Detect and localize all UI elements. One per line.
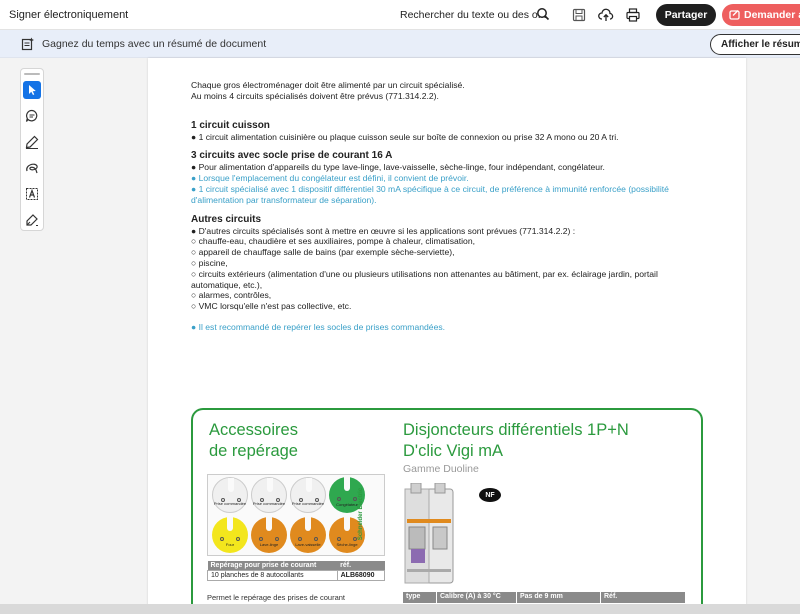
request-signature-label: Demander a <box>744 9 800 21</box>
sign-electronically-button[interactable]: Signer électroniquement <box>9 9 128 21</box>
sign-tool[interactable] <box>23 211 41 229</box>
sticker-label: Lave-linge <box>259 541 279 547</box>
breaker-title: Disjoncteurs différentiels 1P+N D'clic V… <box>403 420 629 462</box>
product-box: Accessoires de repérage Disjoncteurs dif… <box>191 408 703 614</box>
sticker-label: Four <box>225 541 235 547</box>
sticker-label: Prise commandée <box>213 500 247 506</box>
show-summary-button[interactable]: Afficher le résumé <box>710 34 800 55</box>
intro-line: Chaque gros électroménager doit être ali… <box>191 80 465 90</box>
ref-description: 10 planches de 8 autocollants <box>207 570 338 581</box>
section-note: ● 1 circuit spécialisé avec 1 dispositif… <box>191 183 669 194</box>
text-box-icon <box>26 188 38 200</box>
product-range: Gamme Duoline <box>403 463 479 475</box>
section-item: automatique, etc.), <box>191 279 263 290</box>
select-tool[interactable] <box>23 81 41 99</box>
section-item: ● D'autres circuits spécialisés sont à m… <box>191 225 576 236</box>
cursor-arrow-icon <box>29 85 36 95</box>
nf-certification-logo: NF <box>479 488 501 502</box>
section-item: ○ appareil de chauffage salle de bains (… <box>191 247 455 258</box>
text-box-tool[interactable] <box>23 185 41 203</box>
summary-banner: Gagnez du temps avec un résumé de docume… <box>0 30 800 58</box>
table-row: 10 planches de 8 autocollants ALB68090 <box>207 570 386 581</box>
horizontal-scrollbar[interactable] <box>0 604 800 614</box>
pen-icon <box>25 135 39 149</box>
recommendation-note: ● Il est recommandé de repérer les socle… <box>191 321 446 332</box>
sticker: Four <box>212 517 248 553</box>
comment-tool[interactable] <box>23 107 41 125</box>
sticker: Prise commandée <box>290 477 326 513</box>
section-note: d'alimentation par transformateur de sép… <box>191 194 377 205</box>
request-signature-button[interactable]: Demander a <box>722 4 800 26</box>
sticker-label: Lave-vaisselle <box>295 541 321 547</box>
sticker-label: Prise commandée <box>291 500 325 506</box>
request-signature-icon <box>729 10 740 20</box>
sticker-label: Prise commandée <box>252 500 286 506</box>
top-toolbar: Signer électroniquement Rechercher du te… <box>0 0 800 30</box>
brand-label: Schneider Electric <box>358 487 365 541</box>
accessories-title-line: de repérage <box>209 442 298 460</box>
share-button[interactable]: Partager <box>656 4 716 26</box>
rail-grip[interactable] <box>24 73 40 75</box>
specification-table-header: type Calibre (A) à 30 °C Pas de 9 mm Réf… <box>403 592 685 603</box>
section-item: ● Pour alimentation d'appareils du type … <box>191 162 605 173</box>
ref-table-header: Repérage pour prise de courant <box>207 561 338 571</box>
circuit-breaker-image <box>404 483 454 584</box>
accessories-title: Accessoires de repérage <box>209 420 298 462</box>
accessory-description: Permet le repérage des prises de courant <box>207 593 345 602</box>
ref-table-header: réf. <box>337 561 385 571</box>
document-summary-icon <box>21 37 34 51</box>
section-note: ● Lorsque l'emplacement du congélateur e… <box>191 173 469 184</box>
save-icon[interactable] <box>571 7 587 23</box>
section-item: ○ chauffe-eau, chaudière et ses auxiliai… <box>191 236 476 247</box>
breaker-title-line: Disjoncteurs différentiels 1P+N <box>403 421 629 439</box>
banner-text: Gagnez du temps avec un résumé de docume… <box>42 38 267 50</box>
reference-table: Repérage pour prise de courant réf. 10 p… <box>207 561 386 581</box>
section-item: ○ piscine, <box>191 257 228 268</box>
section-heading: 3 circuits avec socle prise de courant 1… <box>191 150 393 162</box>
freehand-icon <box>26 163 38 174</box>
spec-header-cell: Pas de 9 mm <box>517 592 601 603</box>
section-item: ● 1 circuit alimentation cuisinière ou p… <box>191 131 619 142</box>
brand-logo: Schneider Electric <box>353 478 369 550</box>
comment-icon <box>25 109 38 122</box>
search-input[interactable]: Rechercher du texte ou des o... <box>400 9 547 21</box>
intro-line: Au moins 4 circuits spécialisés doivent … <box>191 90 439 101</box>
section-heading: 1 circuit cuisson <box>191 119 270 131</box>
breaker-title-line: D'clic Vigi mA <box>403 442 504 460</box>
document-page: Chaque gros électroménager doit être ali… <box>148 58 746 614</box>
sticker: Lave-vaisselle <box>290 517 326 553</box>
cloud-upload-icon[interactable] <box>598 7 614 23</box>
accessories-title-line: Accessoires <box>209 421 298 439</box>
section-item: ○ VMC lorsqu'elle n'est pas collective, … <box>191 301 352 312</box>
sticker: Prise commandée <box>251 477 287 513</box>
sticker: Lave-linge <box>251 517 287 553</box>
tool-rail <box>20 68 44 231</box>
draw-tool[interactable] <box>23 159 41 177</box>
section-item: ○ alarmes, contrôles, <box>191 290 272 301</box>
document-text: Chaque gros électroménager doit être ali… <box>191 80 711 333</box>
print-icon[interactable] <box>625 7 641 23</box>
sticker: Prise commandée <box>212 477 248 513</box>
spec-header-cell: Calibre (A) à 30 °C <box>437 592 517 603</box>
spec-header-cell: type <box>403 592 437 603</box>
ref-code: ALB68090 <box>336 570 386 581</box>
section-item: ○ circuits extérieurs (alimentation d'un… <box>191 268 658 279</box>
signature-pen-icon <box>26 214 38 226</box>
spec-header-cell: Réf. <box>604 593 618 600</box>
section-heading: Autres circuits <box>191 213 262 225</box>
search-icon[interactable] <box>536 7 550 21</box>
highlight-tool[interactable] <box>23 133 41 151</box>
